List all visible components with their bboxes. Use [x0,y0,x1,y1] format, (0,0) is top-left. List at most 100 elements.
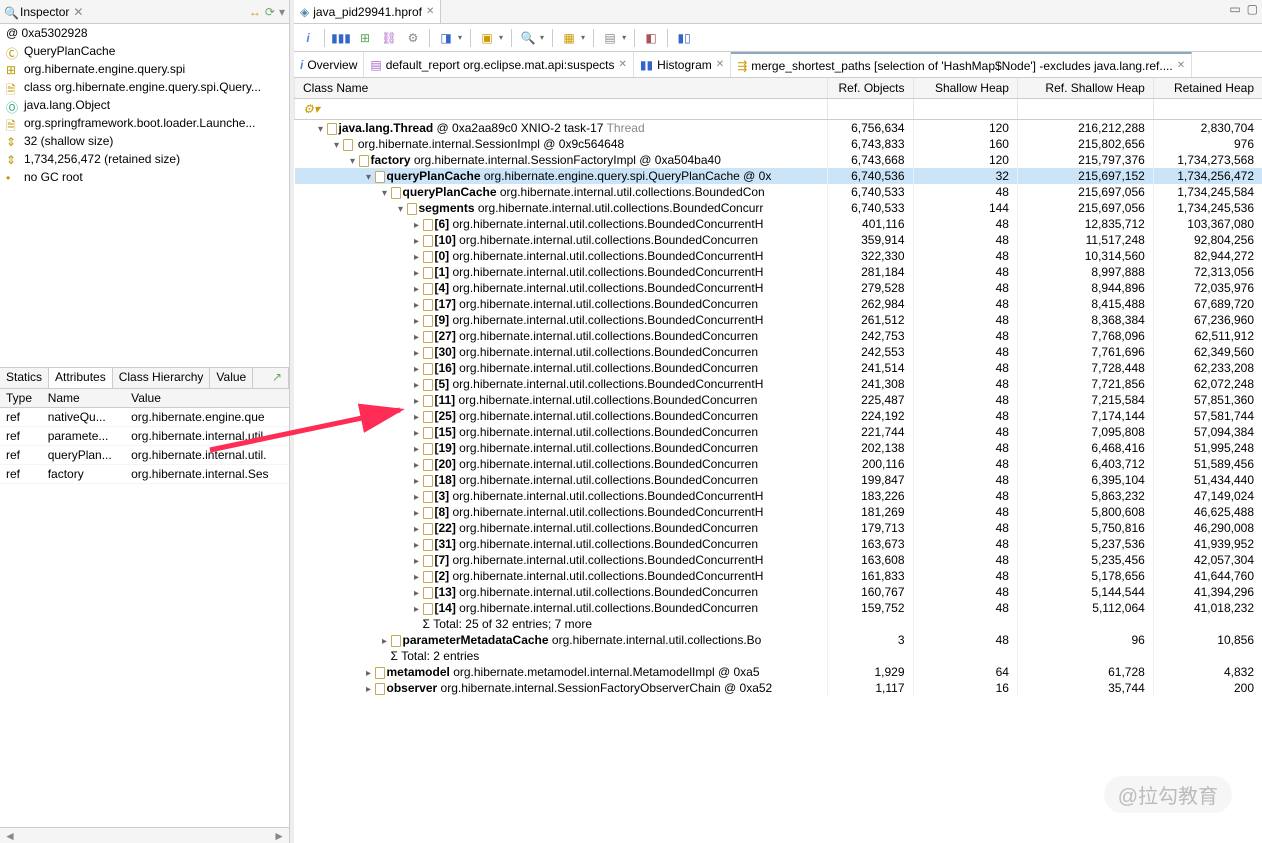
twistie-icon[interactable]: ▸ [411,492,423,503]
tree-row[interactable]: ▸[13] org.hibernate.internal.util.collec… [295,584,1262,600]
twistie-icon[interactable]: ▾ [331,140,343,151]
inspector-tab[interactable]: Statics [0,368,49,388]
column-header[interactable]: Value [125,389,289,408]
column-header[interactable]: Class Name [295,78,828,99]
twistie-icon[interactable]: ▸ [411,428,423,439]
twistie-icon[interactable]: ▸ [363,684,375,695]
result-tab[interactable]: ⇶merge_shortest_paths [selection of 'Has… [731,52,1192,77]
twistie-icon[interactable]: ▸ [411,604,423,615]
result-tab[interactable]: ▮▮Histogram✕ [634,52,731,77]
info-icon[interactable]: i [300,30,316,46]
tree-row[interactable]: Σ Total: 2 entries [295,648,1262,664]
tree-row[interactable]: ▸[19] org.hibernate.internal.util.collec… [295,440,1262,456]
search-icon[interactable]: 🔍 [520,30,536,46]
inspector-tab[interactable]: Class Hierarchy [113,368,211,388]
dropdown-icon[interactable]: ▾ [540,33,544,42]
run-icon[interactable]: ▣ [479,30,495,46]
tree-row[interactable]: ▸[15] org.hibernate.internal.util.collec… [295,424,1262,440]
filter-input[interactable] [827,99,913,120]
export-icon[interactable]: ▮▯ [676,30,692,46]
inspector-item[interactable]: ⊞org.hibernate.engine.query.spi [0,60,289,78]
twistie-icon[interactable]: ▸ [411,540,423,551]
twistie-icon[interactable]: ▸ [411,412,423,423]
tree-row[interactable]: ▾queryPlanCache org.hibernate.internal.u… [295,184,1262,200]
menu-icon[interactable]: ▾ [279,5,285,19]
close-icon[interactable]: ✕ [426,6,434,17]
tree-row[interactable]: ▸[20] org.hibernate.internal.util.collec… [295,456,1262,472]
tree-row[interactable]: ▸[7] org.hibernate.internal.util.collect… [295,552,1262,568]
inspector-item[interactable]: 🗎org.springframework.boot.loader.Launche… [0,114,289,132]
filter-input[interactable]: ⚙▾ [295,99,828,120]
inspector-tab[interactable]: Value [210,368,253,388]
filter-input[interactable] [1153,99,1262,120]
tree-row[interactable]: ▸parameterMetadataCache org.hibernate.in… [295,632,1262,648]
filter-input[interactable] [1017,99,1153,120]
editor-tab[interactable]: ◈ java_pid29941.hprof ✕ [294,0,441,23]
close-icon[interactable]: ✕ [619,59,627,70]
twistie-icon[interactable]: ▸ [411,300,423,311]
twistie-icon[interactable]: ▸ [411,524,423,535]
tree-row[interactable]: ▸[4] org.hibernate.internal.util.collect… [295,280,1262,296]
tree-row[interactable]: ▸[0] org.hibernate.internal.util.collect… [295,248,1262,264]
dropdown-icon[interactable]: ▾ [622,33,626,42]
calc-icon[interactable]: ▤ [602,30,618,46]
tree-row[interactable]: ▸[11] org.hibernate.internal.util.collec… [295,392,1262,408]
twistie-icon[interactable]: ▸ [411,316,423,327]
twistie-icon[interactable]: ▸ [411,444,423,455]
twistie-icon[interactable]: ▸ [411,476,423,487]
tree-row[interactable]: ▾ org.hibernate.internal.SessionImpl @ 0… [295,136,1262,152]
dropdown-icon[interactable]: ▾ [458,33,462,42]
twistie-icon[interactable]: ▸ [411,508,423,519]
column-header[interactable]: Ref. Objects [827,78,913,99]
twistie-icon[interactable]: ▸ [411,332,423,343]
h-scrollbar[interactable]: ◄► [0,827,289,843]
inspector-item[interactable]: •no GC root [0,168,289,186]
tree-row[interactable]: ▸[9] org.hibernate.internal.util.collect… [295,312,1262,328]
result-tab[interactable]: iOverview [294,52,364,77]
tree-row[interactable]: ▾queryPlanCache org.hibernate.engine.que… [295,168,1262,184]
column-header[interactable]: Shallow Heap [913,78,1017,99]
tree-row[interactable]: ▸[5] org.hibernate.internal.util.collect… [295,376,1262,392]
dropdown-icon[interactable]: ▾ [581,33,585,42]
inspector-item[interactable]: 🗎class org.hibernate.engine.query.spi.Qu… [0,78,289,96]
twistie-icon[interactable]: ▸ [411,268,423,279]
tree-row[interactable]: ▸[25] org.hibernate.internal.util.collec… [295,408,1262,424]
link-icon[interactable]: ↔ [249,5,261,19]
twistie-icon[interactable]: ▾ [347,156,359,167]
tree-row[interactable]: ▸[14] org.hibernate.internal.util.collec… [295,600,1262,616]
twistie-icon[interactable]: ▸ [411,348,423,359]
tree-row[interactable]: ▾segments org.hibernate.internal.util.co… [295,200,1262,216]
attr-row[interactable]: reffactoryorg.hibernate.internal.Ses [0,465,289,484]
threads-icon[interactable]: ⛓ [381,30,397,46]
minimize-icon[interactable]: ▭ [1229,2,1240,16]
twistie-icon[interactable]: ▾ [379,188,391,199]
tree-row[interactable]: ▾factory org.hibernate.internal.SessionF… [295,152,1262,168]
twistie-icon[interactable]: ▸ [411,220,423,231]
twistie-icon[interactable]: ▸ [379,636,391,647]
inspector-item[interactable]: ⇕32 (shallow size) [0,132,289,150]
sync-icon[interactable]: ⟳ [265,5,275,19]
inspector-item[interactable]: ⒸQueryPlanCache [0,42,289,60]
column-header[interactable]: Ref. Shallow Heap [1017,78,1153,99]
tree-row[interactable]: ▸observer org.hibernate.internal.Session… [295,680,1262,696]
twistie-icon[interactable]: ▸ [411,556,423,567]
result-tab[interactable]: ▤default_report org.eclipse.mat.api:susp… [364,52,634,77]
twistie-icon[interactable]: ▸ [411,364,423,375]
tree-row[interactable]: ▸[3] org.hibernate.internal.util.collect… [295,488,1262,504]
close-icon[interactable]: ✕ [73,5,83,19]
chart-icon[interactable]: ◨ [438,30,454,46]
maximize-icon[interactable]: ▢ [1247,2,1258,16]
tree-row[interactable]: ▸[1] org.hibernate.internal.util.collect… [295,264,1262,280]
twistie-icon[interactable]: ▸ [411,236,423,247]
tree-row[interactable]: ▸[2] org.hibernate.internal.util.collect… [295,568,1262,584]
tree-row[interactable]: ▸[8] org.hibernate.internal.util.collect… [295,504,1262,520]
twistie-icon[interactable]: ▸ [411,252,423,263]
tree-row[interactable]: ▸[6] org.hibernate.internal.util.collect… [295,216,1262,232]
twistie-icon[interactable]: ▸ [411,284,423,295]
inspector-item[interactable]: Ⓞjava.lang.Object [0,96,289,114]
dropdown-icon[interactable]: ▾ [499,33,503,42]
close-icon[interactable]: ✕ [1177,60,1185,71]
tree-icon[interactable]: ⊞ [357,30,373,46]
attr-row[interactable]: refqueryPlan...org.hibernate.internal.ut… [0,446,289,465]
tree-row[interactable]: ▾java.lang.Thread @ 0xa2aa89c0 XNIO-2 ta… [295,120,1262,137]
